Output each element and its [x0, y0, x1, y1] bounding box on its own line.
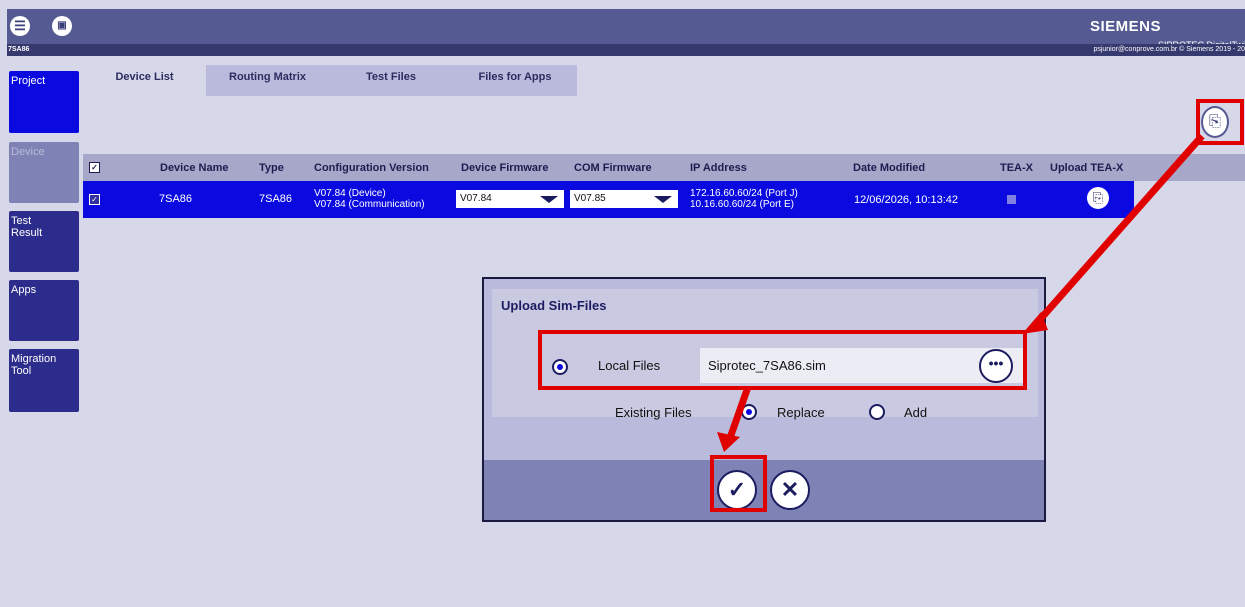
arrow-to-local-files	[1033, 133, 1205, 327]
annotation-arrows	[717, 133, 1205, 452]
arrow-head	[717, 432, 740, 452]
arrow-to-confirm	[726, 385, 752, 440]
